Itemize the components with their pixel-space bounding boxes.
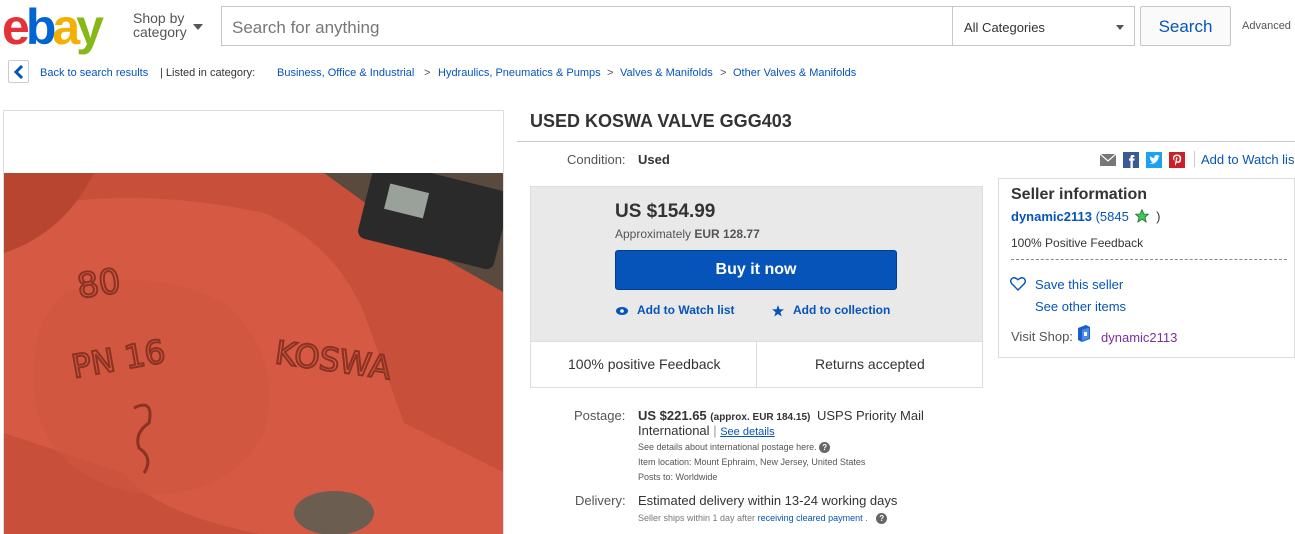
valve-photo: 80 PN 16 KOSWA	[4, 173, 503, 534]
divider	[1194, 151, 1195, 167]
back-button[interactable]	[8, 60, 29, 83]
divider	[1011, 259, 1287, 260]
star-rating-icon	[1134, 208, 1150, 223]
cleared-payment-link[interactable]: receiving cleared payment	[758, 513, 863, 523]
valve-engraving-80: 80	[75, 261, 123, 307]
posts-to: Posts to: Worldwide	[638, 472, 718, 482]
help-icon[interactable]: ?	[876, 513, 888, 525]
help-icon[interactable]: ?	[819, 442, 831, 454]
add-to-watch-list-button[interactable]: Add to Watch list	[637, 303, 735, 317]
postage-label: Postage:	[574, 408, 626, 423]
returns-accepted-badge: Returns accepted	[815, 356, 925, 372]
chevron-left-icon	[13, 65, 24, 79]
chevron-down-icon	[193, 24, 203, 30]
visit-shop-label: Visit Shop:	[1011, 329, 1073, 344]
ebay-logo[interactable]: ebay	[2, 2, 104, 52]
product-image[interactable]: 80 PN 16 KOSWA	[3, 110, 504, 534]
star-icon	[772, 305, 784, 317]
divider	[756, 342, 757, 388]
pinterest-icon[interactable]	[1169, 152, 1185, 168]
seller-name-link[interactable]: dynamic2113	[1011, 209, 1092, 224]
breadcrumb-item[interactable]: Business, Office & Industrial	[277, 67, 414, 79]
condition-value: Used	[638, 152, 670, 167]
category-select[interactable]: All Categories	[952, 6, 1135, 46]
search-button[interactable]: Search	[1140, 6, 1231, 46]
intl-postage-note: See details about international postage …	[638, 442, 831, 454]
seller-positive-feedback: 100% Positive Feedback	[1011, 236, 1144, 250]
seller-name-row: dynamic2113 (5845 )	[1011, 208, 1161, 224]
add-to-collection-button[interactable]: Add to collection	[793, 303, 890, 317]
add-to-watch-list-link[interactable]: Add to Watch lis	[1201, 152, 1294, 167]
feedback-count-link[interactable]: 5845	[1100, 209, 1129, 224]
breadcrumb-separator: >	[720, 67, 727, 79]
breadcrumb-item[interactable]: Valves & Manifolds	[620, 67, 713, 79]
ships-note: Seller ships within 1 day after receivin…	[638, 513, 888, 525]
twitter-icon[interactable]	[1146, 152, 1162, 168]
heart-icon[interactable]	[1010, 277, 1026, 291]
search-input[interactable]: Search for anything	[221, 6, 953, 46]
delivery-estimate: Estimated delivery within 13-24 working …	[638, 493, 898, 508]
shop-name-link[interactable]: dynamic2113	[1101, 330, 1177, 345]
email-icon[interactable]	[1100, 152, 1116, 168]
item-price: US $154.99	[615, 201, 716, 222]
buy-it-now-button[interactable]: Buy it now	[615, 250, 897, 290]
breadcrumb-item[interactable]: Hydraulics, Pneumatics & Pumps	[438, 67, 601, 79]
advanced-search-link[interactable]: Advanced	[1242, 20, 1291, 32]
postage-service: International | See details	[638, 423, 775, 438]
back-to-results-link[interactable]: Back to search results	[40, 67, 148, 79]
item-title: USED KOSWA VALVE GGG403	[530, 111, 792, 131]
breadcrumb-separator: >	[424, 67, 431, 79]
delivery-label: Delivery:	[575, 493, 626, 508]
see-details-link[interactable]: See details	[720, 426, 774, 438]
title-divider	[517, 141, 1295, 142]
eye-icon	[616, 307, 628, 315]
condition-label: Condition:	[567, 152, 626, 167]
shop-by-category-button[interactable]: Shop by category	[133, 11, 203, 39]
positive-feedback-badge: 100% positive Feedback	[568, 356, 721, 372]
postage-amount: US $221.65 (approx. EUR 184.15) USPS Pri…	[638, 408, 924, 423]
facebook-icon[interactable]	[1123, 152, 1139, 168]
breadcrumb-separator: >	[607, 67, 614, 79]
store-icon	[1078, 325, 1090, 342]
approx-price: Approximately EUR 128.77	[615, 227, 760, 241]
save-seller-link[interactable]: Save this seller	[1035, 277, 1123, 292]
seller-info-heading: Seller information	[1011, 186, 1148, 203]
see-other-items-link[interactable]: See other items	[1035, 299, 1126, 314]
breadcrumb-item[interactable]: Other Valves & Manifolds	[733, 67, 856, 79]
chevron-down-icon	[1116, 25, 1124, 30]
listed-in-label: | Listed in category:	[160, 67, 256, 79]
item-location: Item location: Mount Ephraim, New Jersey…	[638, 457, 866, 467]
